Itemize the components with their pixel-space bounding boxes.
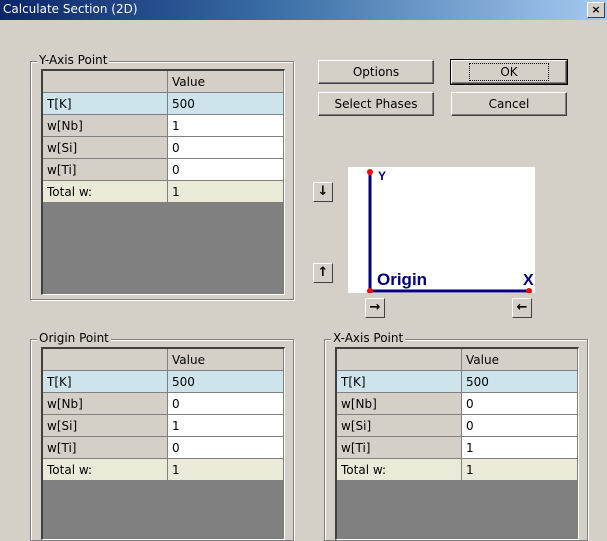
ok-label: OK xyxy=(469,63,549,81)
row-label: Total w: xyxy=(43,458,168,481)
table-row[interactable]: w[Nb] 0 xyxy=(337,392,578,415)
table-row[interactable]: w[Ti] 0 xyxy=(43,436,284,459)
row-label: w[Nb] xyxy=(337,392,462,415)
value-cell[interactable]: 0 xyxy=(167,136,284,159)
table-row[interactable]: T[K] 500 xyxy=(43,92,284,115)
table-row[interactable]: w[Nb] 0 xyxy=(43,392,284,415)
row-label: T[K] xyxy=(43,370,168,393)
value-cell[interactable]: 500 xyxy=(167,92,284,115)
row-label: w[Ti] xyxy=(337,436,462,459)
left-arrow-button[interactable]: ← xyxy=(512,298,532,318)
window-title: Calculate Section (2D) xyxy=(3,2,138,16)
y-axis-label: Y xyxy=(378,169,386,183)
down-arrow-button[interactable]: ↓ xyxy=(313,182,333,202)
row-label: Total w: xyxy=(43,180,168,203)
value-cell[interactable]: 1 xyxy=(167,414,284,437)
grid-header-row: Value xyxy=(337,349,578,371)
section-preview: Y Origin X xyxy=(348,167,535,294)
value-cell[interactable]: 0 xyxy=(461,414,578,437)
table-row[interactable]: T[K] 500 xyxy=(337,370,578,393)
total-row: Total w: 1 xyxy=(337,458,578,481)
value-column-header: Value xyxy=(167,71,284,93)
origin-point-marker[interactable] xyxy=(367,288,373,294)
title-bar: Calculate Section (2D) × xyxy=(0,0,607,20)
ok-button[interactable]: OK xyxy=(450,59,568,85)
value-cell[interactable]: 500 xyxy=(167,370,284,393)
row-label: w[Nb] xyxy=(43,392,168,415)
corner-cell xyxy=(43,349,168,371)
cancel-button[interactable]: Cancel xyxy=(451,92,567,116)
value-cell: 1 xyxy=(167,180,284,203)
y-axis-point-title: Y-Axis Point xyxy=(37,53,110,67)
row-label: w[Si] xyxy=(337,414,462,437)
axes-diagram: Y Origin X xyxy=(367,169,534,294)
table-row[interactable]: w[Si] 0 xyxy=(337,414,578,437)
origin-point-group: Origin Point Value T[K] 500 w[Nb] 0 w[Si… xyxy=(30,331,294,541)
x-axis-label: X xyxy=(523,272,534,289)
y-point-marker[interactable] xyxy=(367,169,373,175)
grid-header-row: Value xyxy=(43,71,284,93)
row-label: w[Nb] xyxy=(43,114,168,137)
value-cell: 1 xyxy=(461,458,578,481)
grid-header-row: Value xyxy=(43,349,284,371)
right-arrow-button[interactable]: → xyxy=(365,298,385,318)
x-axis-point-grid[interactable]: Value T[K] 500 w[Nb] 0 w[Si] 0 w[Ti] 1 T… xyxy=(335,347,579,540)
x-axis-point-group: X-Axis Point Value T[K] 500 w[Nb] 0 w[Si… xyxy=(324,331,588,541)
row-label: T[K] xyxy=(337,370,462,393)
close-button[interactable]: × xyxy=(587,2,605,18)
corner-cell xyxy=(43,71,168,93)
row-label: w[Si] xyxy=(43,136,168,159)
value-cell: 1 xyxy=(167,458,284,481)
value-column-header: Value xyxy=(461,349,578,371)
value-cell[interactable]: 1 xyxy=(461,436,578,459)
total-row: Total w: 1 xyxy=(43,458,284,481)
value-cell[interactable]: 0 xyxy=(167,436,284,459)
table-row[interactable]: w[Si] 0 xyxy=(43,136,284,159)
up-arrow-button[interactable]: ↑ xyxy=(313,263,333,283)
row-label: w[Si] xyxy=(43,414,168,437)
value-cell[interactable]: 500 xyxy=(461,370,578,393)
value-cell[interactable]: 0 xyxy=(461,392,578,415)
row-label: w[Ti] xyxy=(43,158,168,181)
value-cell[interactable]: 0 xyxy=(167,392,284,415)
table-row[interactable]: w[Ti] 1 xyxy=(337,436,578,459)
value-cell[interactable]: 0 xyxy=(167,158,284,181)
corner-cell xyxy=(337,349,462,371)
table-row[interactable]: w[Si] 1 xyxy=(43,414,284,437)
y-axis-point-group: Y-Axis Point Value T[K] 500 w[Nb] 1 w[Si… xyxy=(30,53,294,300)
row-label: w[Ti] xyxy=(43,436,168,459)
origin-point-grid[interactable]: Value T[K] 500 w[Nb] 0 w[Si] 1 w[Ti] 0 T… xyxy=(41,347,285,540)
value-cell[interactable]: 1 xyxy=(167,114,284,137)
select-phases-button[interactable]: Select Phases xyxy=(318,92,434,116)
row-label: Total w: xyxy=(337,458,462,481)
origin-point-title: Origin Point xyxy=(37,331,111,345)
table-row[interactable]: w[Nb] 1 xyxy=(43,114,284,137)
options-button[interactable]: Options xyxy=(318,60,434,84)
value-column-header: Value xyxy=(167,349,284,371)
table-row[interactable]: T[K] 500 xyxy=(43,370,284,393)
y-axis-point-grid[interactable]: Value T[K] 500 w[Nb] 1 w[Si] 0 w[Ti] 0 T… xyxy=(41,69,285,295)
total-row: Total w: 1 xyxy=(43,180,284,203)
row-label: T[K] xyxy=(43,92,168,115)
table-row[interactable]: w[Ti] 0 xyxy=(43,158,284,181)
x-axis-point-title: X-Axis Point xyxy=(331,331,406,345)
origin-label: Origin xyxy=(377,270,427,289)
